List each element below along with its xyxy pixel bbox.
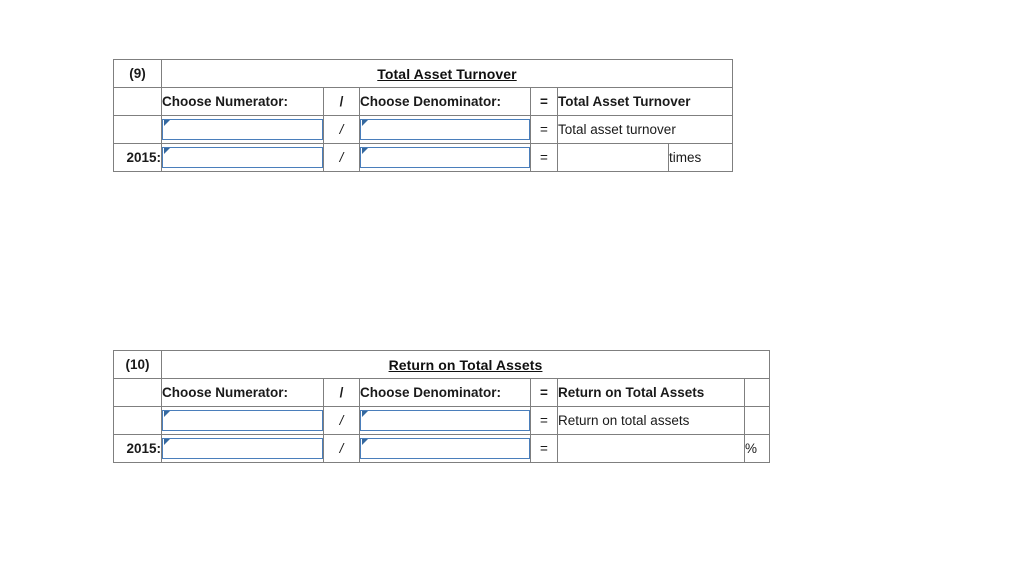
numerator-dropdown-cell[interactable] (161, 115, 324, 144)
denominator-dropdown-cell[interactable] (359, 143, 531, 172)
table-title-row: (9) Total Asset Turnover (113, 59, 733, 88)
numerator-dropdown-cell[interactable] (161, 434, 324, 463)
column-header-slash: / (323, 87, 360, 116)
column-header-unit (743, 378, 771, 407)
result-value-cell[interactable] (557, 143, 669, 172)
numerator-dropdown-cell[interactable] (161, 143, 324, 172)
result-label: Total asset turnover (557, 115, 733, 144)
row-label: 2015: (113, 434, 162, 463)
table-row: 2015: / = % (113, 434, 771, 463)
column-header-equals: = (530, 87, 558, 116)
dropdown-arrow-icon (362, 411, 368, 417)
row-label-header (113, 378, 162, 407)
denominator-dropdown-cell[interactable] (359, 406, 531, 435)
slash-operator: / (323, 143, 360, 172)
dropdown-arrow-icon (164, 411, 170, 417)
row-label (113, 115, 162, 144)
result-value-cell[interactable] (557, 434, 745, 463)
equals-operator: = (530, 406, 558, 435)
column-header-numerator: Choose Numerator: (161, 378, 324, 407)
column-header-result: Return on Total Assets (557, 378, 745, 407)
denominator-select[interactable] (360, 410, 530, 431)
row-label-header (113, 87, 162, 116)
row-label (113, 406, 162, 435)
equals-operator: = (530, 115, 558, 144)
numerator-select[interactable] (162, 410, 323, 431)
numerator-dropdown-cell[interactable] (161, 406, 324, 435)
numerator-select[interactable] (162, 147, 323, 168)
table-title-cell: Total Asset Turnover (161, 59, 733, 88)
ratio-worksheet-total-asset-turnover: (9) Total Asset Turnover Choose Numerato… (113, 59, 733, 172)
denominator-dropdown-cell[interactable] (359, 434, 531, 463)
table-row: / = Return on total assets (113, 406, 771, 435)
numerator-select[interactable] (162, 119, 323, 140)
slash-operator: / (323, 406, 360, 435)
ratio-worksheet-return-on-total-assets: (10) Return on Total Assets Choose Numer… (113, 350, 771, 463)
denominator-select[interactable] (360, 119, 530, 140)
dropdown-arrow-icon (362, 148, 368, 154)
denominator-select[interactable] (360, 438, 530, 459)
table-index-label: (10) (113, 350, 162, 379)
column-header-denominator: Choose Denominator: (359, 378, 531, 407)
column-header-numerator: Choose Numerator: (161, 87, 324, 116)
slash-operator: / (323, 434, 360, 463)
page-title: Return on Total Assets (388, 356, 543, 373)
page-title: Total Asset Turnover (377, 65, 517, 82)
slash-operator: / (323, 115, 360, 144)
dropdown-arrow-icon (362, 439, 368, 445)
column-header-result: Total Asset Turnover (557, 87, 733, 116)
denominator-select[interactable] (360, 147, 530, 168)
row-label: 2015: (113, 143, 162, 172)
column-header-equals: = (530, 378, 558, 407)
equals-operator: = (530, 434, 558, 463)
table-row: / = Total asset turnover (113, 115, 733, 144)
denominator-dropdown-cell[interactable] (359, 115, 531, 144)
result-unit-label (743, 406, 771, 435)
result-label: Return on total assets (557, 406, 745, 435)
table-header-row: Choose Numerator: / Choose Denominator: … (113, 378, 771, 407)
equals-operator: = (530, 143, 558, 172)
dropdown-arrow-icon (164, 148, 170, 154)
result-unit-label: times (668, 143, 733, 172)
column-header-slash: / (323, 378, 360, 407)
table-row: 2015: / = times (113, 143, 733, 172)
dropdown-arrow-icon (164, 120, 170, 126)
table-index-label: (9) (113, 59, 162, 88)
column-header-denominator: Choose Denominator: (359, 87, 531, 116)
numerator-select[interactable] (162, 438, 323, 459)
table-title-row: (10) Return on Total Assets (113, 350, 771, 379)
dropdown-arrow-icon (164, 439, 170, 445)
table-header-row: Choose Numerator: / Choose Denominator: … (113, 87, 733, 116)
result-unit-label: % (743, 434, 771, 463)
table-title-cell: Return on Total Assets (160, 350, 771, 379)
dropdown-arrow-icon (362, 120, 368, 126)
